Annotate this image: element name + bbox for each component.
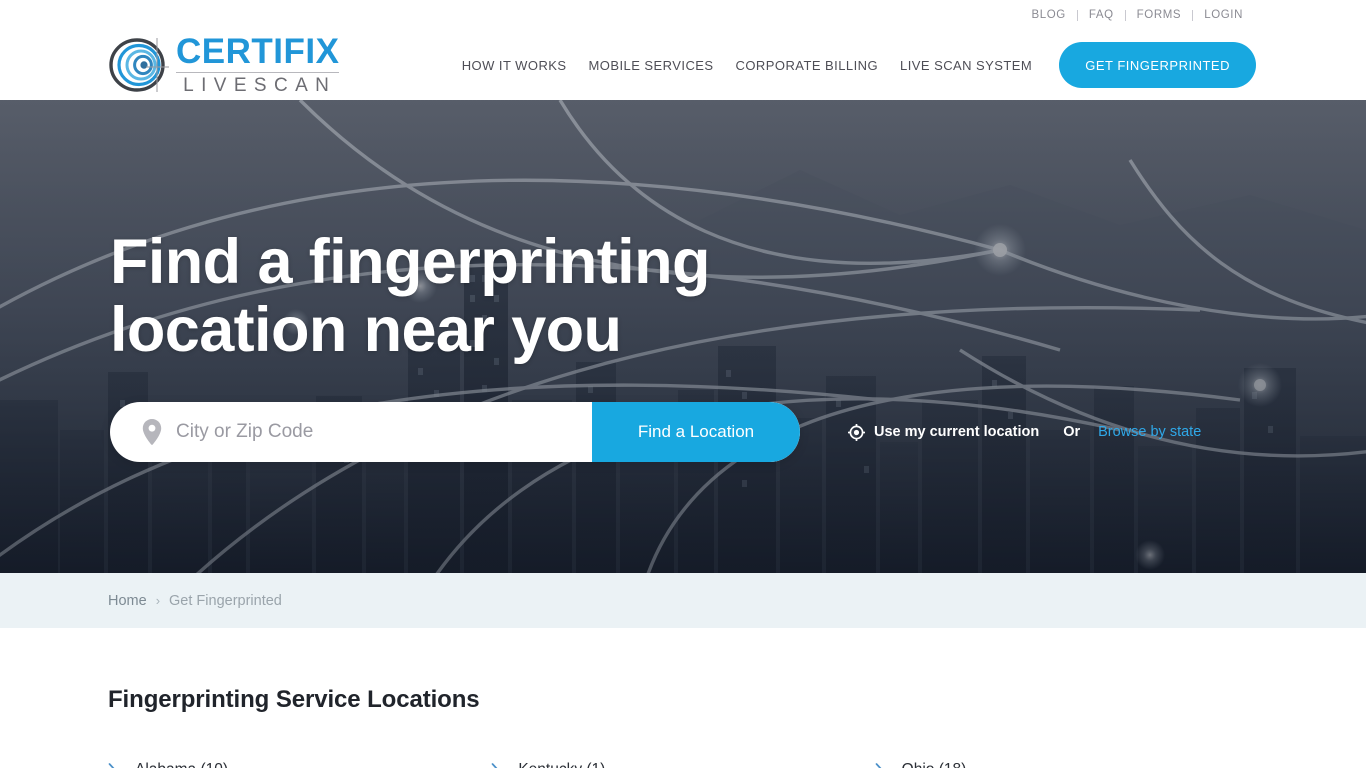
site-header: CERTIFIX LIVESCAN HOW IT WORKS MOBILE SE… — [0, 30, 1366, 100]
main-content: Fingerprinting Service Locations Alabama… — [0, 628, 1366, 768]
state-link-alabama[interactable]: Alabama (10) — [108, 756, 491, 768]
map-pin-icon — [142, 419, 162, 445]
topbar-link-faq[interactable]: FAQ — [1078, 8, 1125, 22]
state-link-ohio[interactable]: Ohio (18) — [875, 756, 1258, 768]
page-title: Fingerprinting Service Locations — [108, 686, 480, 713]
breadcrumb-current-page: Get Fingerprinted — [169, 592, 282, 609]
chevron-right-icon — [108, 763, 115, 768]
top-utility-links: BLOG FAQ FORMS LOGIN — [1021, 8, 1255, 22]
site-logo[interactable]: CERTIFIX LIVESCAN — [108, 32, 340, 96]
top-utility-bar: BLOG FAQ FORMS LOGIN — [0, 0, 1366, 30]
state-label: Alabama (10) — [135, 761, 228, 768]
main-navigation: HOW IT WORKS MOBILE SERVICES CORPORATE B… — [451, 42, 1256, 88]
location-search-box: Find a Location — [110, 402, 800, 462]
search-input[interactable] — [176, 402, 592, 462]
state-link-kentucky[interactable]: Kentucky (1) — [491, 756, 874, 768]
find-a-location-button[interactable]: Find a Location — [592, 402, 800, 462]
topbar-link-forms[interactable]: FORMS — [1126, 8, 1193, 22]
breadcrumb: Home › Get Fingerprinted — [0, 573, 1366, 628]
nav-item-how-it-works[interactable]: HOW IT WORKS — [451, 58, 578, 73]
crosshair-icon — [848, 423, 865, 441]
hero-title-line-1: Find a fingerprinting — [110, 227, 710, 297]
nav-item-corporate-billing[interactable]: CORPORATE BILLING — [725, 58, 890, 73]
logo-wordmark: CERTIFIX LIVESCAN — [176, 32, 340, 96]
hero-section: Find a fingerprinting location near you … — [0, 100, 1366, 573]
hero-search-options: Use my current location Or Browse by sta… — [848, 423, 1201, 441]
topbar-link-blog[interactable]: BLOG — [1021, 8, 1077, 22]
hero-title-line-2: location near you — [110, 295, 622, 365]
fingerprint-swirl-icon — [109, 38, 169, 92]
hero-search-row: Find a Location Use my current location … — [110, 402, 1366, 462]
breadcrumb-home-link[interactable]: Home — [108, 593, 147, 609]
use-current-location-label: Use my current location — [874, 424, 1040, 440]
nav-item-mobile-services[interactable]: MOBILE SERVICES — [578, 58, 725, 73]
chevron-right-icon — [491, 763, 498, 768]
breadcrumb-chevron-icon: › — [155, 593, 161, 608]
state-location-grid: Alabama (10) Kentucky (1) Ohio (18) — [108, 756, 1258, 768]
logo-secondary-text: LIVESCAN — [183, 75, 337, 96]
hero-title: Find a fingerprinting location near you — [110, 228, 810, 364]
browse-by-state-link[interactable]: Browse by state — [1098, 424, 1201, 440]
or-separator-label: Or — [1063, 424, 1081, 440]
topbar-link-login[interactable]: LOGIN — [1193, 8, 1254, 22]
nav-item-live-scan-system[interactable]: LIVE SCAN SYSTEM — [889, 58, 1043, 73]
logo-primary-text: CERTIFIX — [176, 32, 340, 71]
chevron-right-icon — [875, 763, 881, 768]
use-current-location-button[interactable]: Use my current location — [848, 423, 1040, 441]
logo-divider-rule — [176, 72, 340, 73]
get-fingerprinted-button[interactable]: GET FINGERPRINTED — [1059, 42, 1256, 88]
state-label: Kentucky (1) — [518, 761, 605, 768]
state-label: Ohio (18) — [902, 761, 967, 768]
